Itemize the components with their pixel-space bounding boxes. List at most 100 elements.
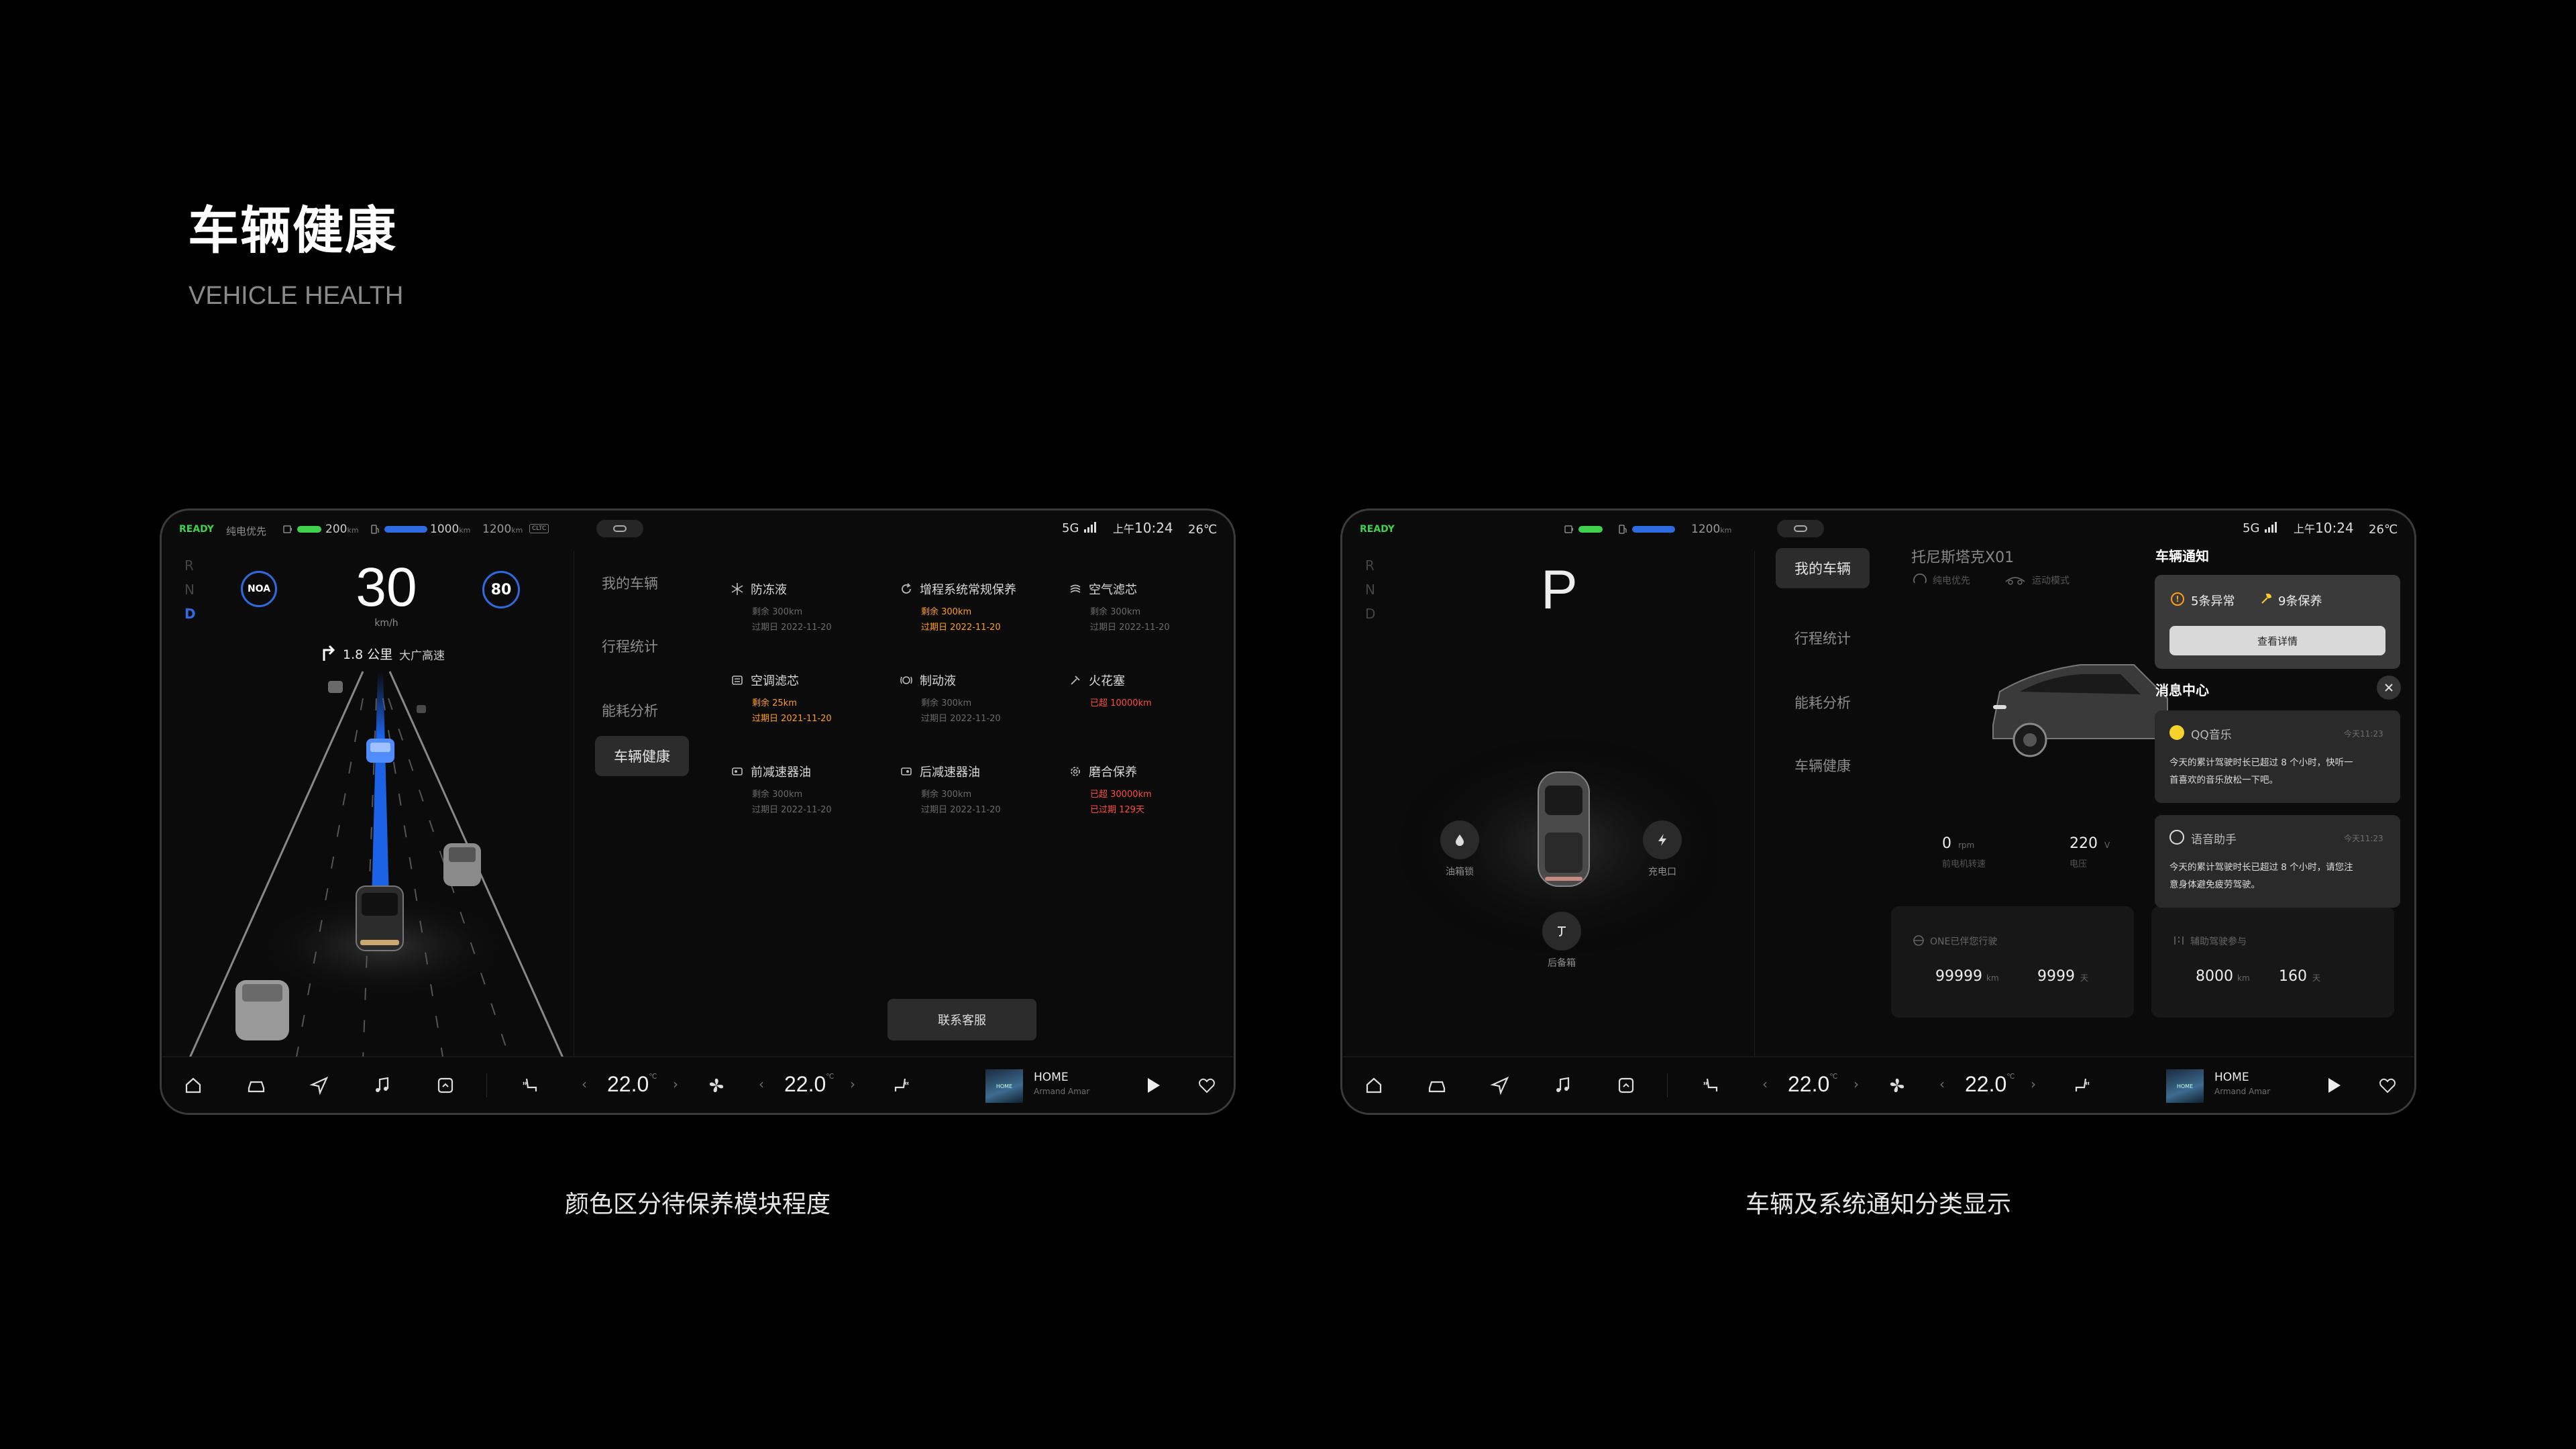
temp-right-decrease[interactable]: ‹ <box>1939 1076 1945 1092</box>
apps-icon[interactable] <box>435 1075 455 1095</box>
menu-item-vehicle-health[interactable]: 车辆健康 <box>595 736 689 776</box>
bottom-dock: ‹ 22.0℃ › ‹ 22.0℃ › HOME HOME Armand Ama… <box>162 1057 1234 1113</box>
rpm-value: 0 rpm <box>1942 835 1975 852</box>
temp-right-increase[interactable]: › <box>850 1076 855 1092</box>
car-icon[interactable] <box>1427 1075 1447 1095</box>
play-icon[interactable] <box>1142 1075 1163 1095</box>
air-filter-icon <box>1069 582 1082 596</box>
media-artist: Armand Amar <box>2214 1087 2271 1096</box>
menu-item-trip-stats[interactable]: 行程统计 <box>1776 618 1870 658</box>
home-icon[interactable] <box>1364 1075 1384 1095</box>
fuel-pump-icon <box>370 524 380 535</box>
close-button[interactable] <box>2377 676 2401 700</box>
bolt-icon <box>1655 833 1670 847</box>
charge-port-button[interactable] <box>1643 820 1682 859</box>
view-details-button[interactable]: 查看详情 <box>2169 626 2385 655</box>
menu-item-my-vehicle[interactable]: 我的车辆 <box>583 563 677 603</box>
menu-item-vehicle-health[interactable]: 车辆健康 <box>1776 745 1870 786</box>
spark-plug-icon <box>1069 674 1082 687</box>
signal-icon <box>1083 521 1097 533</box>
fuel-range-bar <box>1632 526 1675 533</box>
maintenance-item-spark-plug[interactable]: 火花塞 已超 10000km <box>1069 672 1230 708</box>
mileage-card: ONE已伴您行驶 99999 km 9999 天 <box>1891 906 2134 1018</box>
fuel-range: 1000km <box>430 523 471 536</box>
car-icon[interactable] <box>246 1075 266 1095</box>
signal-icon <box>2264 521 2277 533</box>
ev-battery-icon <box>1564 524 1574 535</box>
left-screen: READY 纯电优先 200km 1000km 1200km CLTC 5G 上… <box>160 508 1236 1115</box>
menu-item-trip-stats[interactable]: 行程统计 <box>583 626 677 666</box>
ev-battery-icon <box>282 524 293 535</box>
maintenance-item-range-extender[interactable]: 增程系统常规保养 剩余 300km 过期日 2022-11-20 <box>900 580 1061 633</box>
message-text-line-1: 今天的累计驾驶时长已超过 8 个小时，请您注 <box>2169 862 2353 873</box>
speed-unit: km/h <box>374 618 398 629</box>
qq-music-icon <box>2169 725 2184 740</box>
fan-icon[interactable] <box>706 1075 727 1095</box>
maintenance-item-brake-fluid[interactable]: 制动液 剩余 300km 过期日 2022-11-20 <box>900 672 1061 724</box>
mileage-km: 99999 km <box>1935 968 1999 985</box>
seat-heat-right-icon[interactable] <box>2072 1075 2092 1095</box>
message-text-line-2: 首喜欢的音乐放松一下吧。 <box>2169 775 2278 786</box>
speed-limit-sign: 80 <box>482 571 520 608</box>
album-cover[interactable]: HOME <box>985 1069 1023 1103</box>
navigation-icon[interactable] <box>1490 1075 1510 1095</box>
gear-n: N <box>184 582 195 598</box>
outside-temperature: 26℃ <box>2369 523 2398 537</box>
message-time: 今天11:23 <box>2344 729 2383 739</box>
temp-right-increase[interactable]: › <box>2031 1076 2036 1092</box>
clock: 上午10:24 <box>2294 520 2354 536</box>
navigation-icon[interactable] <box>309 1075 329 1095</box>
temp-left-decrease[interactable]: ‹ <box>582 1076 587 1092</box>
apps-icon[interactable] <box>1616 1075 1636 1095</box>
vehicle-name: 托尼斯塔克X01 <box>1911 549 2015 566</box>
album-cover[interactable]: HOME <box>2166 1069 2204 1103</box>
heart-icon[interactable] <box>2378 1076 2397 1095</box>
trunk-icon <box>1554 924 1569 938</box>
right-screen: READY 1200km 5G 上午10:24 26℃ R N D P 油箱锁 <box>1340 508 2416 1115</box>
ready-indicator: READY <box>1360 524 1395 535</box>
voice-assistant-icon <box>2169 830 2184 845</box>
temp-left-increase[interactable]: › <box>673 1076 678 1092</box>
maintenance-item-ac-filter[interactable]: 空调滤芯 剩余 25km 过期日 2021-11-20 <box>731 672 892 724</box>
play-icon[interactable] <box>2323 1075 2343 1095</box>
brake-icon <box>900 674 913 687</box>
ev-range: 200km <box>325 523 359 536</box>
fuel-lock-button[interactable] <box>1440 820 1479 859</box>
dock-divider <box>486 1073 487 1097</box>
fan-icon[interactable] <box>1887 1075 1907 1095</box>
handle-pill-inner <box>1794 525 1807 532</box>
message-text-line-1: 今天的累计驾驶时长已超过 8 个小时，快听一 <box>2169 757 2353 768</box>
trunk-button[interactable] <box>1542 912 1581 951</box>
home-icon[interactable] <box>183 1075 203 1095</box>
heart-icon[interactable] <box>1197 1076 1216 1095</box>
network-indicator: 5G <box>2243 521 2260 535</box>
maintenance-item-antifreeze[interactable]: 防冻液 剩余 300km 过期日 2022-11-20 <box>731 580 892 633</box>
total-range: 1200km <box>1691 523 1732 536</box>
gear-d: D <box>1365 606 1376 622</box>
bottom-dock: ‹ 22.0℃ › ‹ 22.0℃ › HOME HOME Armand Ama… <box>1342 1057 2414 1113</box>
seat-heat-left-icon[interactable] <box>520 1075 540 1095</box>
temp-right-decrease[interactable]: ‹ <box>759 1076 764 1092</box>
maintenance-item-break-in[interactable]: 磨合保养 已超 30000km 已过期 129天 <box>1069 763 1230 815</box>
temp-left-decrease[interactable]: ‹ <box>1762 1076 1768 1092</box>
music-icon[interactable] <box>372 1075 392 1095</box>
message-card-voice-assistant[interactable]: 语音助手 今天11:23 今天的累计驾驶时长已超过 8 个小时，请您注 意身体避… <box>2155 815 2400 908</box>
caption-left: 颜色区分待保养模块程度 <box>564 1191 830 1218</box>
music-icon[interactable] <box>1553 1075 1573 1095</box>
menu-item-energy-analysis[interactable]: 能耗分析 <box>1776 682 1870 722</box>
maintenance-item-air-filter[interactable]: 空气滤芯 剩余 300km 过期日 2022-11-20 <box>1069 580 1230 633</box>
gear-r: R <box>184 557 194 574</box>
maintenance-item-front-reducer-oil[interactable]: 前减速器油 剩余 300km 过期日 2022-11-20 <box>731 763 892 815</box>
menu-item-my-vehicle[interactable]: 我的车辆 <box>1776 548 1870 588</box>
seat-heat-left-icon[interactable] <box>1701 1075 1721 1095</box>
menu-item-energy-analysis[interactable]: 能耗分析 <box>583 690 677 731</box>
maintenance-item-rear-reducer-oil[interactable]: 后减速器油 剩余 300km 过期日 2022-11-20 <box>900 763 1061 815</box>
network-indicator: 5G <box>1062 521 1079 535</box>
media-title: HOME <box>2214 1071 2249 1084</box>
contact-service-button[interactable]: 联系客服 <box>888 999 1036 1040</box>
seat-heat-right-icon[interactable] <box>892 1075 912 1095</box>
temp-left-increase[interactable]: › <box>1854 1076 1859 1092</box>
message-card-qq-music[interactable]: QQ音乐 今天11:23 今天的累计驾驶时长已超过 8 个小时，快听一 首喜欢的… <box>2155 710 2400 803</box>
noa-badge[interactable]: NOA <box>241 571 277 607</box>
ev-range-bar <box>1578 526 1603 533</box>
